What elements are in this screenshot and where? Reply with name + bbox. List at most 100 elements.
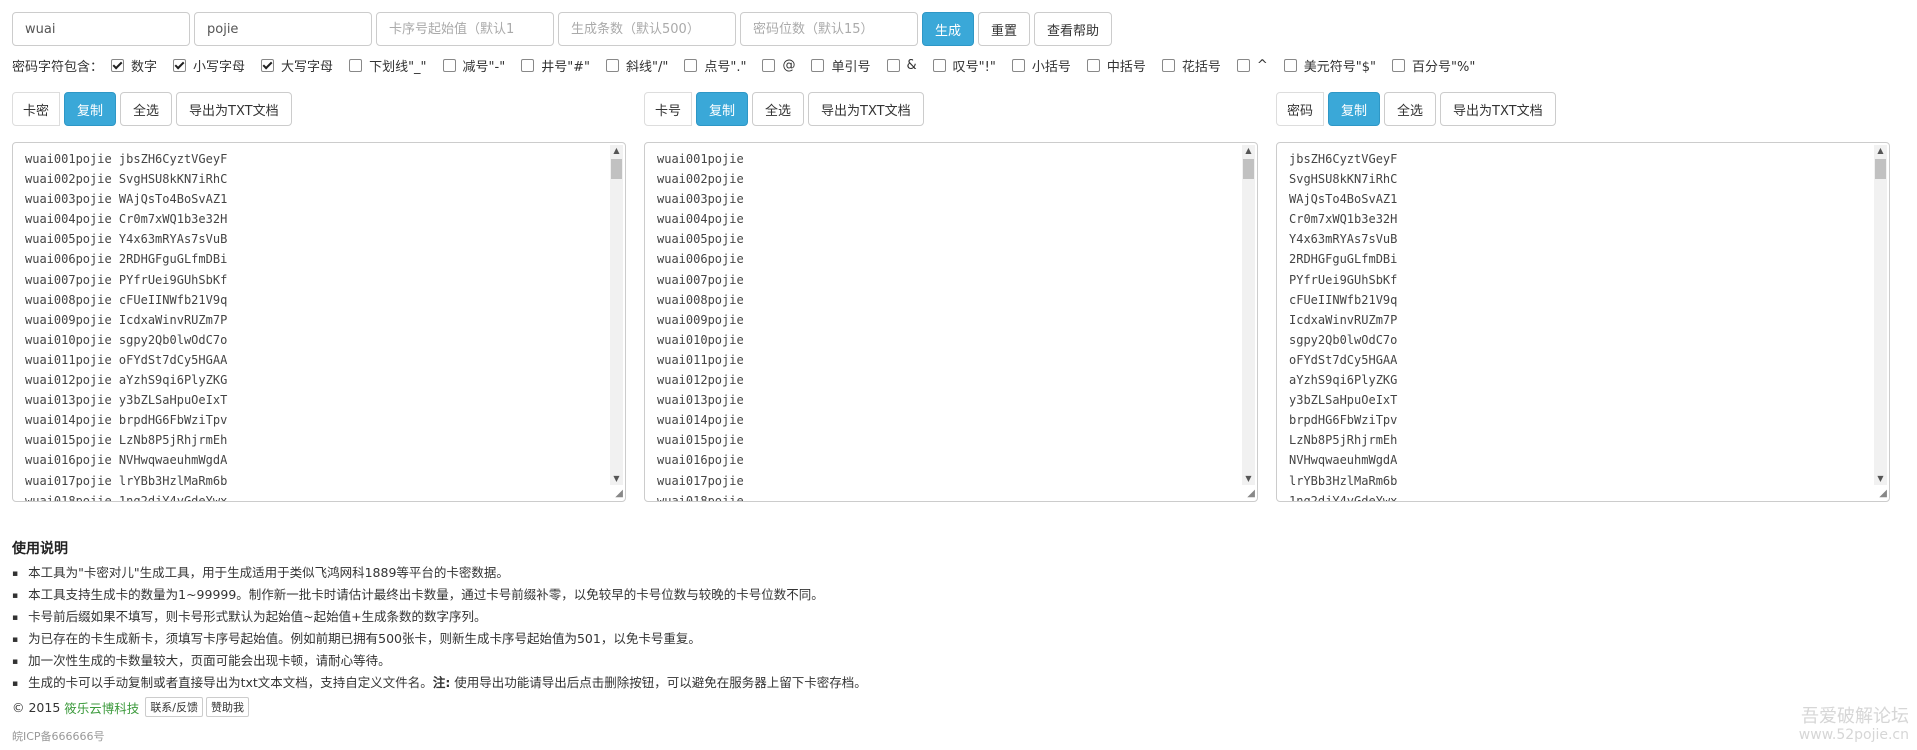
checkbox[interactable] bbox=[762, 59, 776, 72]
output-textarea[interactable]: jbsZH6CyztVGeyF SvgHSU8kKN7iRhC WAjQsTo4Bo… bbox=[1276, 142, 1890, 502]
scrollbar[interactable]: ▲ ▼ bbox=[1874, 145, 1887, 485]
charset-option-label: 减号"-" bbox=[462, 60, 506, 75]
output-line: wuai011pojie oFYdSt7dCy5HGAA bbox=[25, 352, 228, 367]
charset-option-label: 百分号"%" bbox=[1412, 60, 1476, 75]
charset-option[interactable]: 单引号 bbox=[811, 56, 871, 75]
scrollbar[interactable]: ▲ ▼ bbox=[610, 145, 623, 485]
scroll-thumb[interactable] bbox=[1243, 159, 1254, 179]
charset-option[interactable]: 点号"." bbox=[684, 56, 746, 75]
checkbox[interactable] bbox=[1011, 59, 1025, 72]
scroll-up-icon[interactable]: ▲ bbox=[1874, 145, 1887, 157]
scroll-up-icon[interactable]: ▲ bbox=[1242, 145, 1255, 157]
generate-button[interactable]: 生成 bbox=[922, 12, 975, 46]
output-line: wuai010pojie sgpy2Qb0lwOdC7o bbox=[25, 332, 228, 347]
output-textarea[interactable]: wuai001pojie wuai002pojie wuai003pojie wuai… bbox=[644, 142, 1258, 502]
scroll-up-icon[interactable]: ▲ bbox=[610, 145, 623, 157]
copy-button[interactable]: 复制 bbox=[1328, 92, 1381, 126]
reset-button[interactable]: 重置 bbox=[978, 12, 1031, 46]
checkbox[interactable] bbox=[442, 59, 456, 72]
output-textarea[interactable]: wuai001pojie jbsZH6CyztVGeyF wuai002pojie… bbox=[12, 142, 626, 502]
prefix-input[interactable] bbox=[12, 12, 190, 46]
checkbox[interactable] bbox=[1236, 59, 1250, 72]
select-all-button[interactable]: 全选 bbox=[1384, 92, 1437, 126]
output-line: Cr0m7xWQ1b3e32H bbox=[1289, 212, 1398, 227]
charset-option[interactable]: 数字 bbox=[111, 56, 157, 75]
output-line: wuai016pojie bbox=[657, 453, 744, 468]
output-line: wuai007pojie bbox=[657, 272, 744, 287]
checkbox[interactable] bbox=[811, 59, 825, 72]
output-line: y3bZLSaHpuOeIxT bbox=[1289, 393, 1398, 408]
scroll-down-icon[interactable]: ▼ bbox=[1874, 473, 1887, 485]
output-line: wuai003pojie WAjQsTo4BoSvAZ1 bbox=[25, 192, 228, 207]
watermark: 吾爱破解论坛 www.52pojie.cn bbox=[1799, 708, 1909, 744]
export-txt-button[interactable]: 导出为TXT文档 bbox=[808, 92, 924, 126]
charset-option-label: 数字 bbox=[131, 60, 158, 75]
charset-option[interactable]: & bbox=[886, 58, 917, 73]
export-txt-button[interactable]: 导出为TXT文档 bbox=[1440, 92, 1556, 126]
password-length-input[interactable] bbox=[740, 12, 918, 46]
charset-option[interactable]: 百分号"%" bbox=[1392, 56, 1475, 75]
scroll-thumb[interactable] bbox=[611, 159, 622, 179]
checkbox[interactable] bbox=[606, 59, 620, 72]
suffix-input[interactable] bbox=[194, 12, 372, 46]
checkbox[interactable] bbox=[1283, 59, 1297, 72]
output-line: wuai014pojie bbox=[657, 413, 744, 428]
copy-button[interactable]: 复制 bbox=[64, 92, 117, 126]
checkbox[interactable] bbox=[521, 59, 535, 72]
checkbox[interactable] bbox=[684, 59, 698, 72]
scroll-down-icon[interactable]: ▼ bbox=[610, 473, 623, 485]
donate-button[interactable]: 赞助我 bbox=[206, 697, 250, 717]
output-line: wuai009pojie bbox=[657, 312, 744, 327]
help-button[interactable]: 查看帮助 bbox=[1034, 12, 1113, 46]
output-line: oFYdSt7dCy5HGAA bbox=[1289, 352, 1398, 367]
output-line: wuai012pojie aYzhS9qi6PlyZKG bbox=[25, 373, 228, 388]
output-line: NVHwqwaeuhmWgdA bbox=[1289, 453, 1398, 468]
charset-option[interactable]: ^ bbox=[1236, 58, 1268, 73]
charset-option[interactable]: 下划线"_" bbox=[349, 56, 427, 75]
checkbox[interactable] bbox=[886, 59, 900, 72]
select-all-button[interactable]: 全选 bbox=[752, 92, 805, 126]
charset-option[interactable]: 小写字母 bbox=[173, 56, 245, 75]
start-number-input[interactable] bbox=[376, 12, 554, 46]
checkbox[interactable] bbox=[1392, 59, 1405, 72]
checkbox[interactable] bbox=[932, 59, 946, 72]
charset-option[interactable]: 大写字母 bbox=[261, 56, 333, 75]
output-line: 1ng2djY4vGdeYwx bbox=[1289, 493, 1398, 502]
charset-option[interactable]: 斜线"/" bbox=[606, 56, 668, 75]
charset-option[interactable]: 减号"-" bbox=[442, 56, 506, 75]
scrollbar[interactable]: ▲ ▼ bbox=[1242, 145, 1255, 485]
checkbox[interactable] bbox=[1086, 59, 1100, 72]
checkbox[interactable] bbox=[349, 59, 363, 72]
charset-option[interactable]: 小括号 bbox=[1011, 56, 1071, 75]
charset-option[interactable]: 花括号 bbox=[1161, 56, 1221, 75]
select-all-button[interactable]: 全选 bbox=[120, 92, 173, 126]
output-line: aYzhS9qi6PlyZKG bbox=[1289, 373, 1398, 388]
brand-link[interactable]: 筱乐云博科技 bbox=[64, 698, 139, 717]
charset-option-label: 中括号 bbox=[1106, 60, 1146, 75]
checkbox[interactable] bbox=[111, 59, 125, 72]
checkbox[interactable] bbox=[261, 59, 275, 72]
help-item: 本工具为"卡密对儿"生成工具，用于生成适用于类似飞鸿网科1889等平台的卡密数据… bbox=[12, 563, 867, 585]
count-input[interactable] bbox=[558, 12, 736, 46]
checkbox[interactable] bbox=[173, 59, 187, 72]
help-item: 生成的卡可以手动复制或者直接导出为txt文本文档，支持自定义文件名。注: 使用导… bbox=[12, 673, 867, 695]
charset-option[interactable]: 美元符号"$" bbox=[1283, 56, 1376, 75]
output-line: wuai018pojie 1ng2djY4vGdeYwx bbox=[25, 493, 228, 502]
resize-grip-icon[interactable]: ◢ bbox=[615, 489, 623, 499]
help-item: 加一次性生成的卡数量较大，页面可能会出现卡顿，请耐心等待。 bbox=[12, 651, 867, 673]
resize-grip-icon[interactable]: ◢ bbox=[1247, 489, 1255, 499]
scroll-thumb[interactable] bbox=[1875, 159, 1886, 179]
output-line: wuai004pojie bbox=[657, 212, 744, 227]
copy-button[interactable]: 复制 bbox=[696, 92, 749, 126]
charset-option[interactable]: 井号"#" bbox=[521, 56, 590, 75]
resize-grip-icon[interactable]: ◢ bbox=[1879, 489, 1887, 499]
scroll-down-icon[interactable]: ▼ bbox=[1242, 473, 1255, 485]
checkbox[interactable] bbox=[1161, 59, 1175, 72]
output-line: LzNb8P5jRhjrmEh bbox=[1289, 433, 1398, 448]
feedback-button[interactable]: 联系/反馈 bbox=[145, 697, 204, 717]
copyright-text: © 2015 bbox=[12, 699, 61, 715]
charset-option[interactable]: 中括号 bbox=[1086, 56, 1146, 75]
export-txt-button[interactable]: 导出为TXT文档 bbox=[176, 92, 292, 126]
charset-option[interactable]: 叹号"!" bbox=[932, 56, 996, 75]
charset-option[interactable]: @ bbox=[762, 58, 795, 73]
